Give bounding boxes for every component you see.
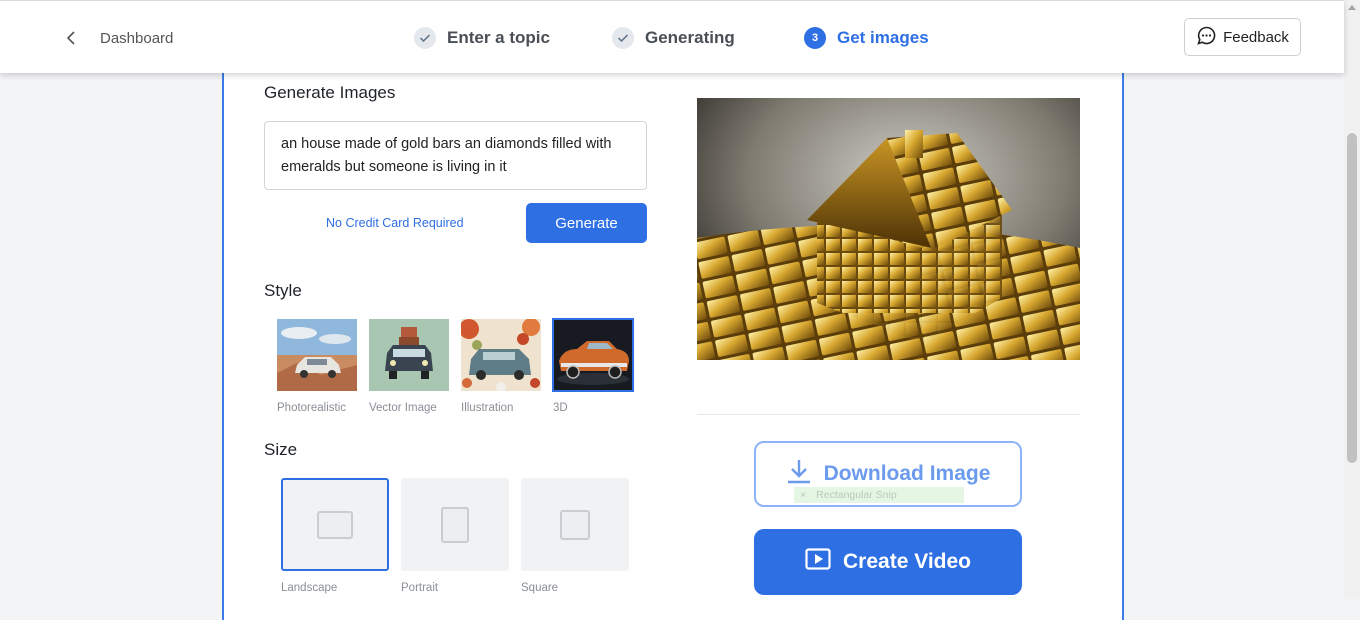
play-video-icon: [805, 548, 831, 576]
section-divider: [697, 414, 1080, 415]
prompt-textarea[interactable]: an house made of gold bars an diamonds f…: [264, 121, 647, 190]
top-header: Dashboard Enter a topic Generating 3 Get…: [0, 0, 1344, 73]
generated-image-preview: [697, 98, 1080, 360]
step-label: Generating: [645, 28, 735, 47]
style-illustration-thumbnail[interactable]: [461, 319, 541, 391]
check-icon: [414, 27, 436, 49]
chat-bubble-icon: [1196, 25, 1217, 50]
feedback-label: Feedback: [1223, 28, 1289, 46]
step-label: Get images: [837, 28, 929, 47]
scroll-up-arrow-icon[interactable]: [1348, 5, 1356, 10]
step-label: Enter a topic: [447, 28, 550, 47]
check-icon: [612, 27, 634, 49]
scrollbar-thumb[interactable]: [1347, 133, 1357, 463]
landscape-shape-icon: [317, 510, 353, 539]
style-photorealistic-thumbnail[interactable]: [277, 319, 357, 391]
generate-images-title: Generate Images: [264, 83, 396, 102]
generate-button[interactable]: Generate: [526, 203, 647, 243]
style-title: Style: [264, 281, 302, 300]
back-chevron-icon[interactable]: [62, 27, 80, 49]
style-label: Photorealistic: [277, 402, 347, 414]
step-get-images[interactable]: 3 Get images: [804, 27, 929, 49]
portrait-shape-icon: [441, 506, 469, 543]
size-label: Landscape: [281, 582, 338, 594]
size-label: Portrait: [401, 582, 439, 594]
snip-tool-overlay: × Rectangular Snip: [794, 487, 964, 503]
page-scrollbar[interactable]: [1344, 0, 1360, 599]
style-label: 3D: [553, 402, 568, 414]
create-video-button[interactable]: Create Video: [754, 529, 1022, 595]
square-shape-icon: [560, 509, 590, 540]
download-label: Download Image: [823, 462, 991, 485]
dashboard-link[interactable]: Dashboard: [100, 30, 173, 47]
size-landscape-option[interactable]: [281, 478, 389, 571]
style-vector-thumbnail[interactable]: [369, 319, 449, 391]
style-3d-thumbnail[interactable]: [552, 318, 634, 392]
create-video-label: Create Video: [843, 550, 971, 573]
size-square-option[interactable]: [521, 478, 629, 571]
no-credit-card-link[interactable]: No Credit Card Required: [326, 216, 464, 230]
snip-label: Rectangular Snip: [816, 489, 897, 501]
step-enter-topic[interactable]: Enter a topic: [414, 27, 550, 49]
size-label: Square: [521, 582, 559, 594]
step-number-badge: 3: [804, 27, 826, 49]
step-generating[interactable]: Generating: [612, 27, 735, 49]
style-label: Illustration: [461, 402, 514, 414]
feedback-button[interactable]: Feedback: [1184, 18, 1301, 56]
close-icon: ×: [800, 489, 807, 501]
size-title: Size: [264, 440, 298, 459]
size-portrait-option[interactable]: [401, 478, 509, 571]
download-icon: [786, 457, 812, 491]
style-label: Vector Image: [369, 402, 437, 414]
